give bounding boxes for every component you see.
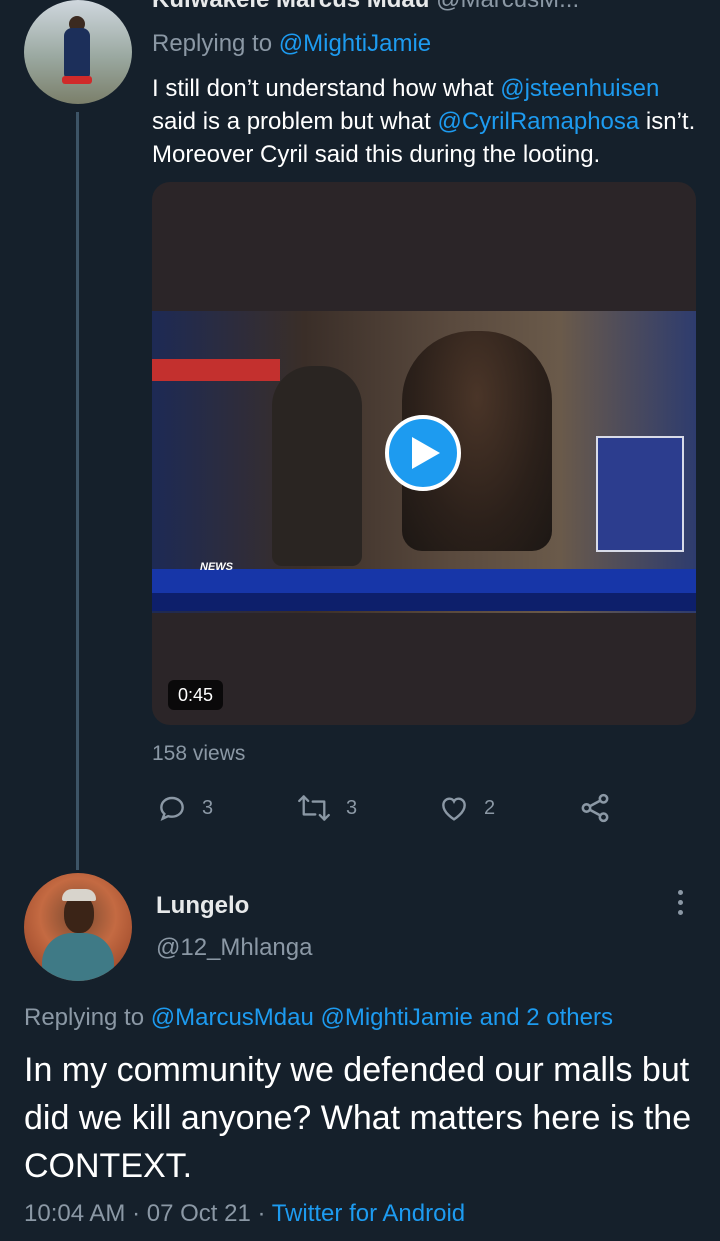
tweet1-author-handle[interactable]: @MarcusM... bbox=[436, 0, 579, 13]
tweet-date[interactable]: 07 Oct 21 bbox=[147, 1200, 251, 1227]
tweet-time[interactable]: 10:04 AM bbox=[24, 1200, 125, 1227]
tweet2-replying-to: Replying to @MarcusMdau @MightiJamie and… bbox=[24, 1004, 613, 1032]
more-icon bbox=[672, 890, 688, 915]
tweet1-author-name[interactable]: Kulwakele Marcus Mdau bbox=[152, 0, 429, 13]
tweet2-author-handle[interactable]: @12_Mhlanga bbox=[156, 934, 312, 962]
tweet1-replying-to: Replying to @MightiJamie bbox=[152, 30, 431, 58]
video-player[interactable]: NEWS 0:45 bbox=[152, 182, 696, 725]
retweet-count: 3 bbox=[346, 796, 358, 819]
tweet2-avatar[interactable] bbox=[24, 873, 132, 981]
meta-separator: · bbox=[257, 1200, 266, 1227]
mention-jsteenhuisen[interactable]: @jsteenhuisen bbox=[500, 75, 659, 102]
tweet1-text-part: I still don’t understand how what bbox=[152, 75, 501, 102]
tweet-source-link[interactable]: Twitter for Android bbox=[272, 1200, 465, 1227]
replying-handle-link[interactable]: @MightiJamie bbox=[279, 30, 431, 57]
news-logo-text: NEWS bbox=[200, 561, 233, 573]
like-count: 2 bbox=[484, 796, 496, 819]
tweet2-meta: 10:04 AM · 07 Oct 21 · Twitter for Andro… bbox=[24, 1200, 465, 1228]
reply-button[interactable]: 3 bbox=[156, 792, 213, 824]
replying-targets-link[interactable]: @MarcusMdau @MightiJamie and 2 others bbox=[151, 1004, 613, 1031]
play-button[interactable] bbox=[385, 415, 461, 491]
replying-prefix: Replying to bbox=[152, 30, 273, 57]
tweet1-header-partial: Kulwakele Marcus Mdau @MarcusM... bbox=[152, 0, 579, 14]
tweet2-author-name[interactable]: Lungelo bbox=[156, 892, 249, 920]
tweet2-text: In my community we defended our malls bu… bbox=[24, 1051, 692, 1185]
view-count: 158 views bbox=[152, 742, 246, 765]
thread-line bbox=[76, 112, 79, 870]
like-icon bbox=[442, 797, 466, 821]
more-options-button[interactable] bbox=[672, 890, 688, 920]
share-button[interactable] bbox=[578, 792, 612, 824]
mention-cyrilramaphosa[interactable]: @CyrilRamaphosa bbox=[437, 108, 639, 135]
meta-separator: · bbox=[132, 1200, 141, 1227]
reply-icon bbox=[160, 796, 184, 821]
video-duration: 0:45 bbox=[168, 680, 224, 710]
tweet1-text: I still don’t understand how what @jstee… bbox=[152, 72, 697, 171]
reply-count: 3 bbox=[202, 796, 214, 819]
tweet1-text-part: said is a problem but what bbox=[152, 108, 438, 135]
retweet-button[interactable]: 3 bbox=[296, 792, 357, 824]
replying-prefix: Replying to bbox=[24, 1004, 145, 1031]
share-icon bbox=[581, 793, 609, 823]
play-icon bbox=[412, 437, 440, 469]
retweet-icon bbox=[298, 795, 330, 821]
like-button[interactable]: 2 bbox=[438, 792, 495, 824]
tweet1-avatar[interactable] bbox=[24, 0, 132, 104]
